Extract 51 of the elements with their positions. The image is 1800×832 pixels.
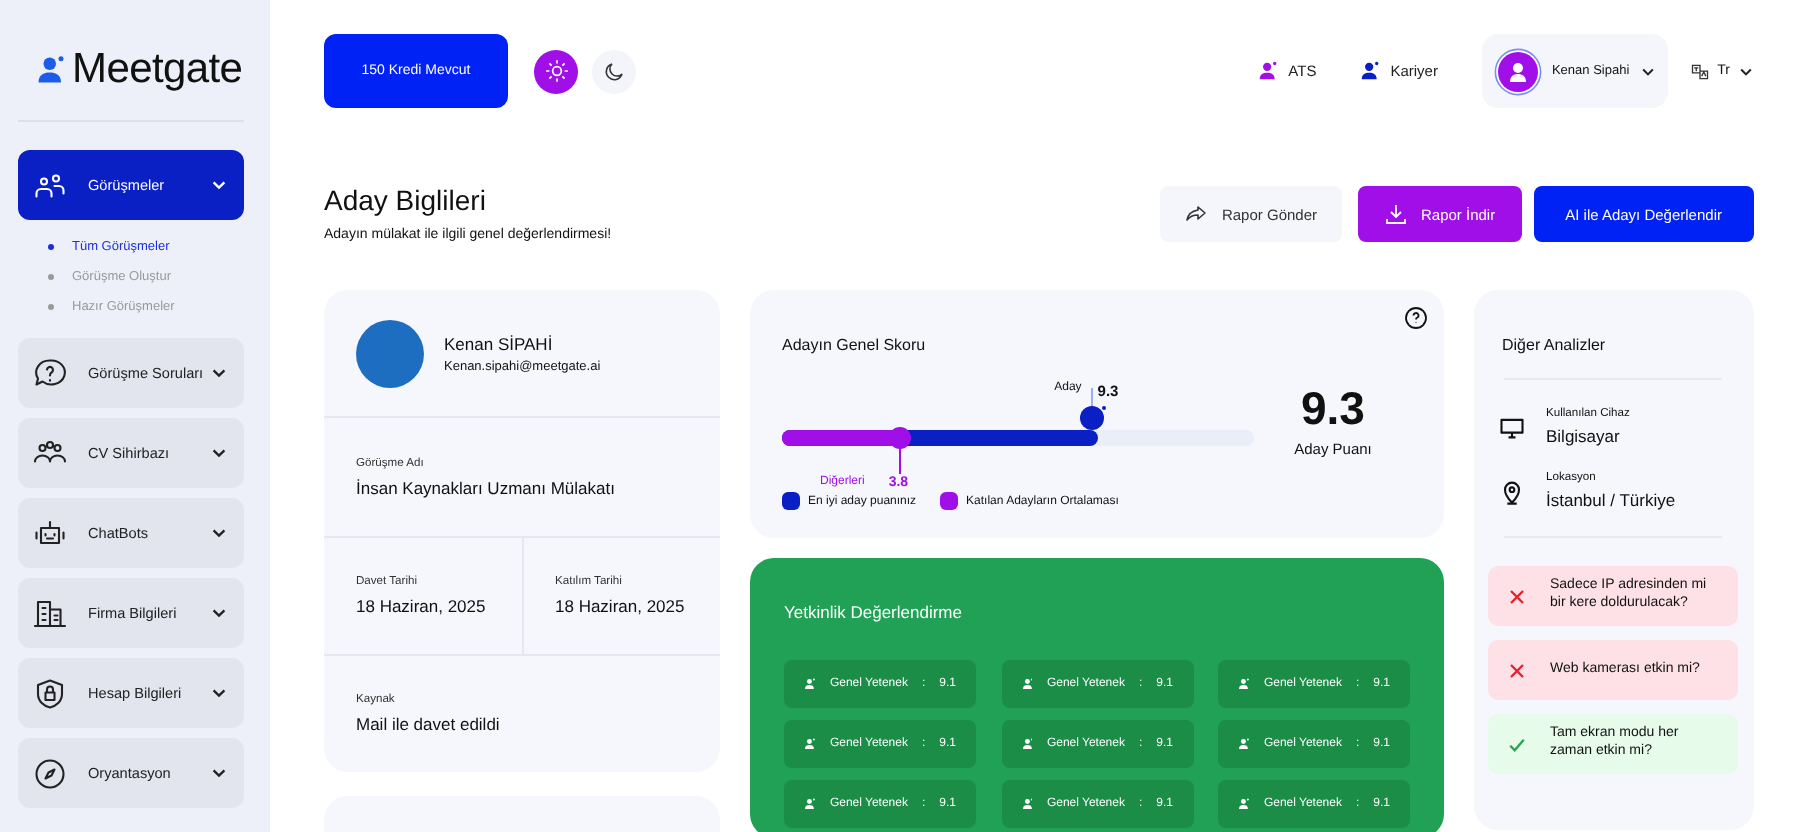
field-value: İnsan Kaynakları Uzmanı Mülakatı [356,477,617,497]
chevron-icon [210,684,228,702]
translate-icon [1689,61,1710,81]
chevron-icon [210,524,228,542]
dark-mode-button[interactable] [592,49,636,93]
light-mode-button[interactable] [534,49,578,93]
logo-text: Meetgate [72,46,243,94]
score-value: 9.3 [1301,382,1365,436]
candidate-name: Kenan SİPAHİ [444,333,555,353]
chevron-icon [1639,63,1656,79]
person-icon [1021,794,1033,814]
person-icon [1021,674,1033,694]
person-icon [804,734,816,754]
menu-item-icon [32,595,68,631]
chevron-icon [210,604,228,622]
page-title: Aday Biglileri [324,184,488,216]
menu-item-icon [32,355,68,391]
person-icon [1238,674,1250,694]
location-pin-icon [1498,477,1526,505]
field-value: 18 Haziran, 2025 [555,596,687,616]
share-arrow-icon [1183,202,1208,226]
analysis-title: Diğer Analizler [1502,336,1608,354]
person-icon [804,794,816,814]
field-value: Mail ile davet edildi [356,714,502,734]
chevron-icon [210,364,228,382]
check-icon [1508,735,1526,753]
chevron-icon [210,176,228,194]
chevron-icon [210,444,228,462]
person-icon [1238,794,1250,814]
competency-title: Yetkinlik Değerlendirme [784,602,964,622]
chevron-icon [210,764,228,782]
field-value: 18 Haziran, 2025 [356,596,488,616]
person-icon [1021,734,1033,754]
person-icon [804,674,816,694]
avatar-icon [1493,47,1542,95]
person-icon [1238,734,1250,754]
sun-icon [543,58,569,84]
chevron-icon [1738,63,1754,79]
score-title: Adayın Genel Skoru [782,336,928,354]
fact-value: İstanbul / Türkiye [1546,490,1676,510]
fact-value: Bilgisayar [1546,426,1622,446]
cross-icon [1508,587,1526,605]
menu-item-icon [32,675,68,711]
download-icon [1383,202,1407,226]
menu-item-icon [32,755,68,791]
photo-placeholder [356,319,424,387]
moon-icon [602,59,626,83]
average-marker-icon [888,426,912,474]
cross-icon [1508,661,1526,679]
monitor-icon [1498,413,1526,441]
help-icon[interactable] [1404,306,1428,330]
